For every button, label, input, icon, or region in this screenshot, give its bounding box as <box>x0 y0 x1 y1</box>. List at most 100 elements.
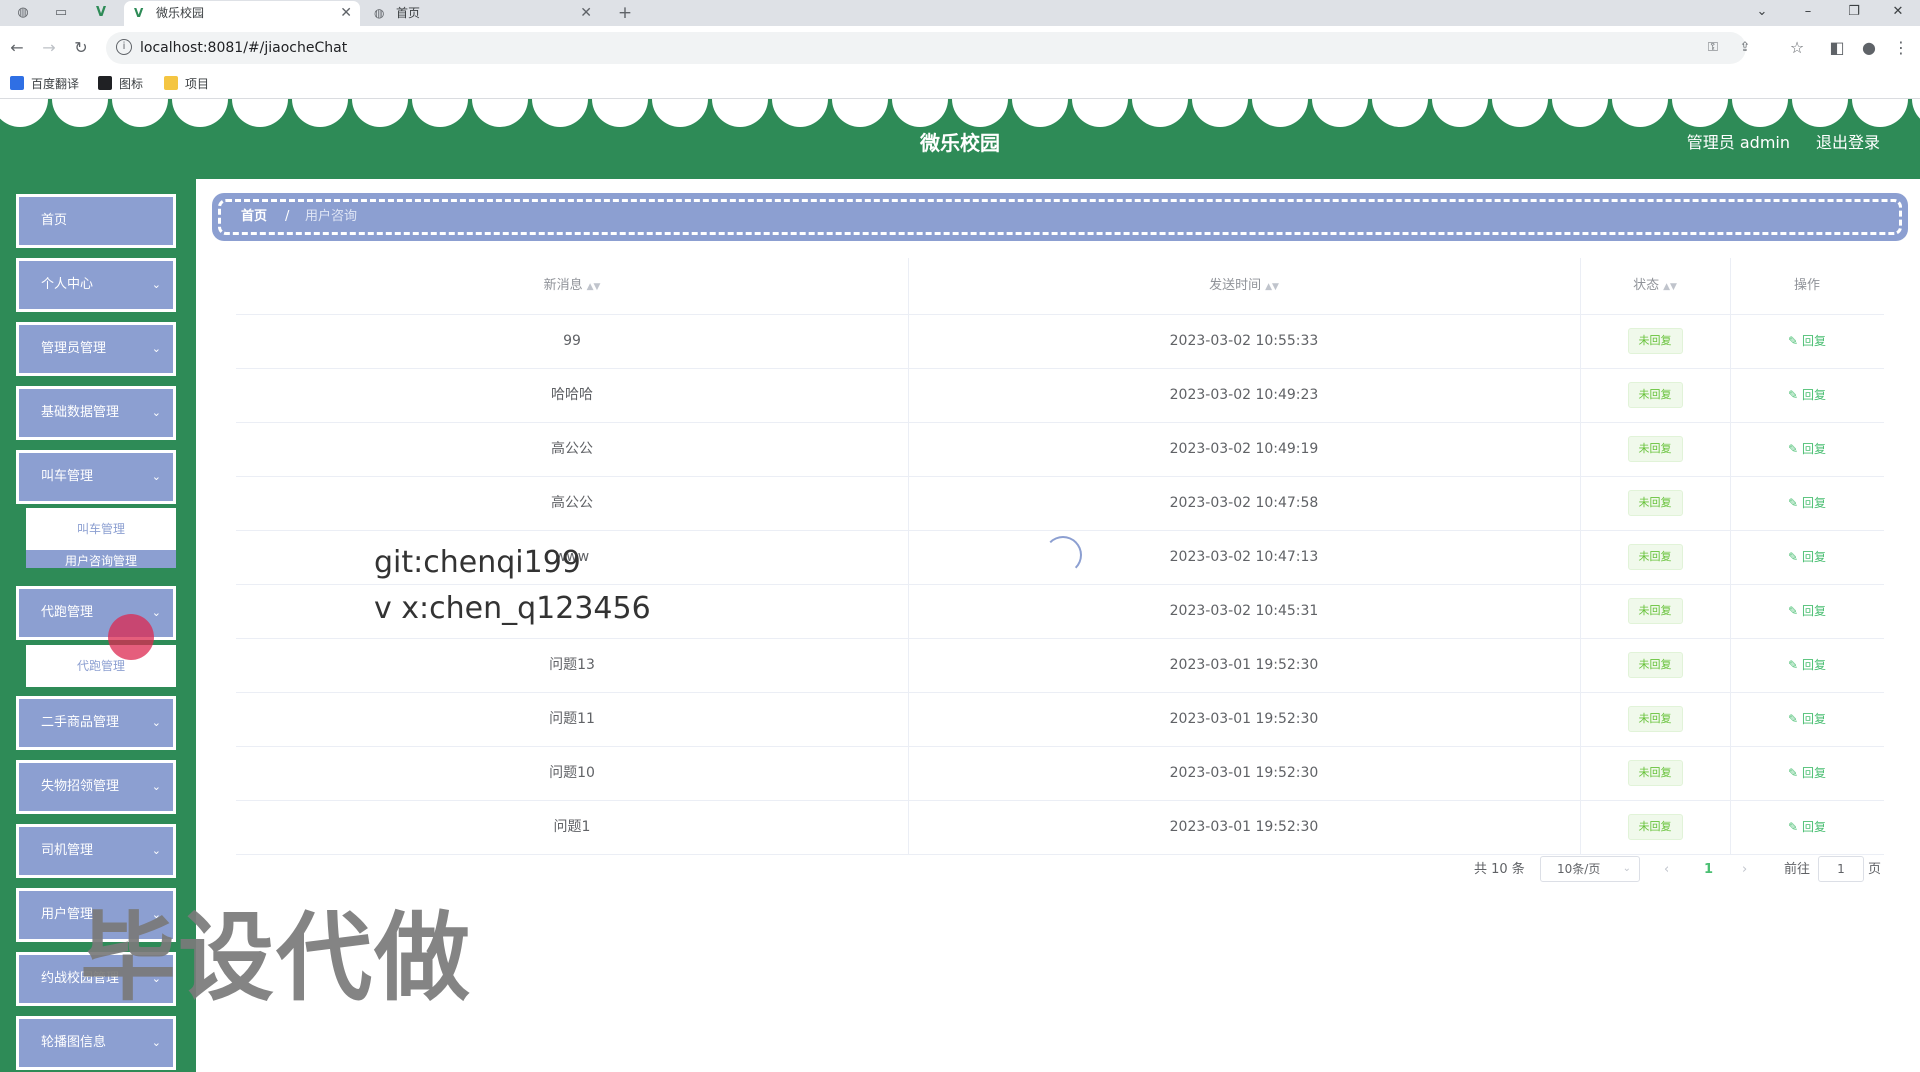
sidebar-item-home[interactable]: 首页 <box>16 194 176 248</box>
bookmark-baidu-translate[interactable]: 百度翻译 <box>10 76 79 92</box>
bookmark-icons[interactable]: 图标 <box>98 76 143 92</box>
browser-tabstrip: ◍ ▭ V V 微乐校园 ✕ ◍ 首页 ✕ + ⌄ – ❐ ✕ <box>0 0 1920 26</box>
sidebar-item-car[interactable]: 叫车管理 ⌄ <box>16 450 176 504</box>
tab-active[interactable]: V 微乐校园 ✕ <box>124 1 360 26</box>
globe-icon[interactable]: ◍ <box>12 4 34 22</box>
chevron-down-icon[interactable]: ⌄ <box>1740 0 1784 26</box>
bookmark-project[interactable]: 项目 <box>164 76 209 92</box>
sidebar-item-secondhand[interactable]: 二手商品管理 ⌄ <box>16 696 176 750</box>
reply-button[interactable]: ✎ 回复 <box>1788 334 1826 348</box>
edit-icon: ✎ <box>1788 334 1799 348</box>
column-divider <box>908 585 909 638</box>
star-icon[interactable]: ☆ <box>1786 37 1808 59</box>
tab-home[interactable]: ◍ 首页 ✕ <box>364 1 600 26</box>
sidebar-item-lost-found[interactable]: 失物招领管理 ⌄ <box>16 760 176 814</box>
table-row: 问题13 2023-03-01 19:52:30 未回复 ✎ 回复 <box>236 639 1884 693</box>
pinned-tab-icon[interactable]: ▭ <box>50 4 72 22</box>
reply-button[interactable]: ✎ 回复 <box>1788 496 1826 510</box>
sidebar-item-label: 基础数据管理 <box>41 405 120 420</box>
submenu-item-car-manage[interactable]: 叫车管理 <box>26 508 176 550</box>
goto-page-input[interactable]: 1 <box>1818 856 1864 882</box>
menu-dots-icon[interactable]: ⋮ <box>1890 37 1912 59</box>
status-badge: 未回复 <box>1627 328 1683 354</box>
forward-icon[interactable]: → <box>38 37 60 59</box>
scallop-shape <box>652 99 708 127</box>
page-size-select[interactable]: 10条/页 ⌄ <box>1540 856 1640 882</box>
window-close-icon[interactable]: ✕ <box>1876 0 1920 26</box>
column-divider <box>908 315 909 368</box>
reply-button[interactable]: ✎ 回复 <box>1788 820 1826 834</box>
chevron-down-icon: ⌄ <box>151 780 161 793</box>
reply-button[interactable]: ✎ 回复 <box>1788 604 1826 618</box>
cell-action: ✎ 回复 <box>1730 801 1884 854</box>
breadcrumb-home[interactable]: 首页 <box>241 202 267 232</box>
reply-label: 回复 <box>1801 658 1826 672</box>
cell-status: 未回复 <box>1580 801 1730 854</box>
sidebar-item-carousel[interactable]: 轮播图信息 ⌄ <box>16 1016 176 1070</box>
submenu-item-user-consult[interactable]: 用户咨询管理 <box>26 550 176 568</box>
chevron-down-icon: ⌄ <box>1622 863 1631 874</box>
page-number-current[interactable]: 1 <box>1704 856 1713 884</box>
reply-button[interactable]: ✎ 回复 <box>1788 658 1826 672</box>
submenu-item-errand-manage[interactable]: 代跑管理 <box>26 645 176 687</box>
share-icon[interactable]: ⇪ <box>1736 39 1754 57</box>
sort-icon[interactable]: ▲▼ <box>587 282 601 292</box>
sort-icon[interactable]: ▲▼ <box>1663 282 1677 292</box>
cell-message: 高公公 <box>551 495 593 511</box>
sidebar-item-admin[interactable]: 管理员管理 ⌄ <box>16 322 176 376</box>
reply-button[interactable]: ✎ 回复 <box>1788 766 1826 780</box>
minimize-icon[interactable]: – <box>1786 0 1830 26</box>
new-tab-icon[interactable]: + <box>614 4 636 22</box>
logout-button[interactable]: 退出登录 <box>1816 129 1880 153</box>
sidebar-item-personal[interactable]: 个人中心 ⌄ <box>16 258 176 312</box>
cell-message: 问题11 <box>549 711 595 727</box>
back-icon[interactable]: ← <box>6 37 28 59</box>
side-panel-icon[interactable]: ◧ <box>1826 37 1848 59</box>
sidebar-item-base-data[interactable]: 基础数据管理 ⌄ <box>16 386 176 440</box>
status-badge: 未回复 <box>1627 382 1683 408</box>
key-icon[interactable]: ⚿ <box>1704 39 1722 57</box>
next-page-icon[interactable]: › <box>1742 856 1747 884</box>
col-message[interactable]: 新消息 ▲▼ <box>236 258 908 315</box>
url-field[interactable]: i localhost:8081/#/jiaocheChat ⚿ ⇪ <box>106 32 1750 64</box>
info-icon[interactable]: i <box>116 39 132 55</box>
cell-status: 未回复 <box>1580 369 1730 422</box>
close-icon[interactable]: ✕ <box>580 1 592 26</box>
reply-button[interactable]: ✎ 回复 <box>1788 550 1826 564</box>
bookmark-label: 图标 <box>119 77 144 91</box>
close-icon[interactable]: ✕ <box>340 1 352 26</box>
reply-label: 回复 <box>1801 712 1826 726</box>
col-status[interactable]: 状态 ▲▼ <box>1580 258 1730 315</box>
breadcrumb-separator: / <box>285 209 290 224</box>
scallop-shape <box>1792 99 1848 127</box>
iconfont-icon <box>98 76 112 90</box>
reply-button[interactable]: ✎ 回复 <box>1788 442 1826 456</box>
cell-time: 2023-03-02 10:49:23 <box>1169 387 1319 403</box>
column-label: 发送时间 <box>1209 278 1262 293</box>
edit-icon: ✎ <box>1788 766 1799 780</box>
breadcrumb-current: 用户咨询 <box>305 209 358 224</box>
page-size-value: 10条/页 <box>1557 862 1601 876</box>
tab-title: 微乐校园 <box>156 6 205 20</box>
scallop-shape <box>1132 99 1188 127</box>
column-divider <box>1580 258 1581 314</box>
sort-icon[interactable]: ▲▼ <box>1265 282 1279 292</box>
reload-icon[interactable]: ↻ <box>70 37 92 59</box>
column-label: 新消息 <box>543 278 583 293</box>
sidebar-item-label: 司机管理 <box>41 843 94 858</box>
scallop-shape <box>712 99 768 127</box>
col-time[interactable]: 发送时间 ▲▼ <box>908 258 1580 315</box>
vue-icon[interactable]: V <box>90 4 112 22</box>
scallop-shape <box>292 99 348 127</box>
cell-action: ✎ 回复 <box>1730 747 1884 800</box>
cell-time: 2023-03-02 10:55:33 <box>1169 333 1319 349</box>
sidebar-item-driver[interactable]: 司机管理 ⌄ <box>16 824 176 878</box>
column-divider <box>1730 639 1731 692</box>
reply-button[interactable]: ✎ 回复 <box>1788 712 1826 726</box>
profile-icon[interactable]: ● <box>1858 37 1880 59</box>
restore-icon[interactable]: ❐ <box>1832 0 1876 26</box>
status-badge: 未回复 <box>1627 544 1683 570</box>
prev-page-icon[interactable]: ‹ <box>1664 856 1669 884</box>
reply-button[interactable]: ✎ 回复 <box>1788 388 1826 402</box>
address-bar: ← → ↻ i localhost:8081/#/jiaocheChat ⚿ ⇪… <box>0 26 1920 70</box>
